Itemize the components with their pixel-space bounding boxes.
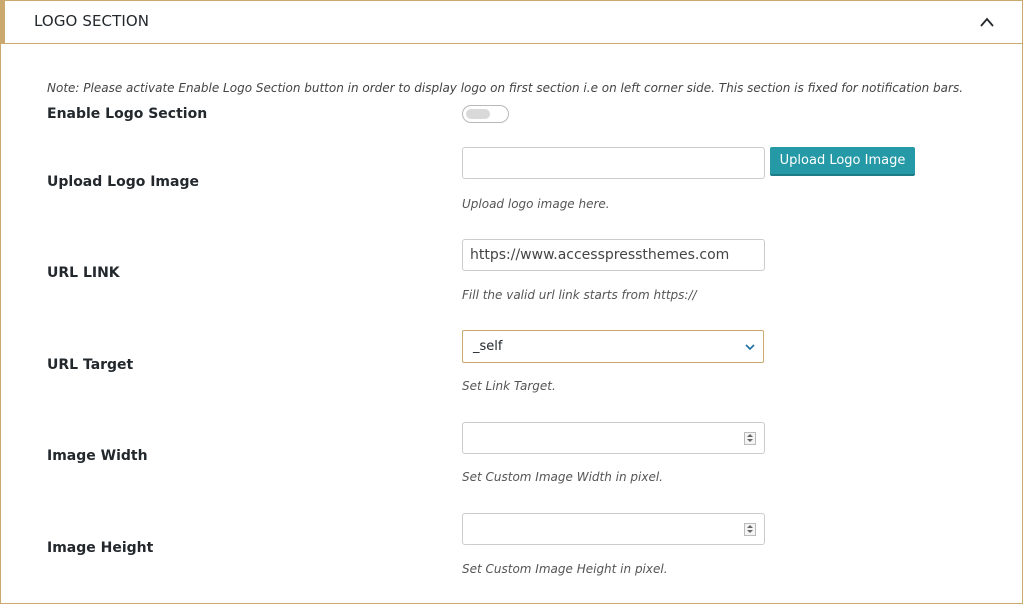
header-accent-bar — [1, 1, 5, 43]
section-note: Note: Please activate Enable Logo Sectio… — [47, 81, 964, 95]
enable-logo-toggle[interactable] — [462, 105, 509, 123]
image-width-label: Image Width — [47, 448, 148, 464]
url-target-select[interactable]: _self — [462, 330, 764, 363]
toggle-knob — [466, 109, 490, 119]
logo-section-panel: LOGO SECTION Note: Please activate Enabl… — [0, 0, 1023, 604]
section-title: LOGO SECTION — [34, 12, 150, 30]
image-height-help: Set Custom Image Height in pixel. — [462, 562, 668, 576]
enable-logo-label: Enable Logo Section — [47, 106, 208, 122]
url-link-label: URL LINK — [47, 265, 120, 281]
url-target-help: Set Link Target. — [462, 379, 556, 393]
spinner-arrows-icon[interactable] — [744, 523, 756, 536]
section-header[interactable]: LOGO SECTION — [1, 1, 1022, 44]
image-width-help: Set Custom Image Width in pixel. — [462, 470, 663, 484]
url-target-value: _self — [473, 339, 503, 354]
url-target-label: URL Target — [47, 357, 134, 373]
url-link-help: Fill the valid url link starts from http… — [462, 288, 697, 302]
upload-logo-input[interactable] — [462, 147, 765, 179]
chevron-down-icon — [745, 344, 755, 351]
image-height-input[interactable] — [462, 513, 765, 545]
image-width-input[interactable] — [462, 422, 765, 454]
upload-logo-label: Upload Logo Image — [47, 174, 199, 190]
upload-logo-help: Upload logo image here. — [462, 197, 610, 211]
image-height-label: Image Height — [47, 540, 154, 556]
url-link-input[interactable]: https://www.accesspressthemes.com — [462, 239, 765, 271]
upload-logo-button[interactable]: Upload Logo Image — [770, 147, 915, 176]
chevron-up-icon[interactable] — [978, 15, 996, 29]
spinner-arrows-icon[interactable] — [744, 432, 756, 445]
